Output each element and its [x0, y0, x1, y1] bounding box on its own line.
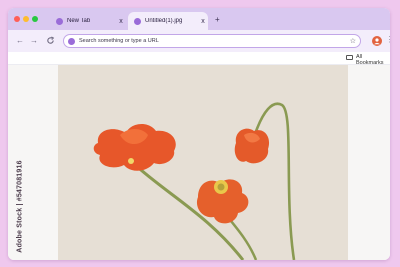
poppy-flowers-image	[58, 65, 348, 260]
tab-favicon-icon	[56, 17, 63, 25]
forward-arrow-icon[interactable]: →	[30, 36, 38, 45]
bookmarks-bar: All Bookmarks	[8, 52, 390, 66]
folder-icon	[346, 55, 353, 60]
profile-avatar[interactable]	[372, 36, 382, 46]
browser-window: New Tab x Untitled(1).jpg x + ← → Search…	[8, 8, 390, 260]
tab-untitled-image[interactable]: Untitled(1).jpg x	[128, 12, 208, 30]
reload-icon-glyph	[47, 36, 55, 44]
address-bar-placeholder: Search something or type a URL	[79, 38, 159, 44]
back-arrow-icon[interactable]: ←	[16, 36, 24, 45]
tab-label: New Tab	[67, 18, 91, 24]
stock-watermark: Adobe Stock | #547081916	[16, 160, 24, 253]
minimize-window-button[interactable]	[23, 16, 29, 22]
bookmark-star-icon[interactable]: ☆	[350, 37, 356, 45]
maximize-window-button[interactable]	[32, 16, 38, 22]
tab-label: Untitled(1).jpg	[145, 18, 183, 24]
address-bar[interactable]: Search something or type a URL ☆	[63, 34, 361, 48]
tab-strip: New Tab x Untitled(1).jpg x +	[8, 8, 390, 30]
poppy-illustration	[58, 65, 348, 260]
profile-person-icon	[374, 38, 380, 45]
tab-close-icon[interactable]: x	[198, 18, 208, 25]
tab-close-icon[interactable]: x	[116, 18, 126, 25]
new-tab-button[interactable]: +	[215, 16, 220, 24]
tab-favicon-icon	[134, 17, 141, 25]
browser-toolbar: ← → Search something or type a URL ☆ ⋮	[8, 30, 390, 52]
tab-new-tab[interactable]: New Tab x	[50, 12, 126, 30]
close-window-button[interactable]	[14, 16, 20, 22]
reload-icon[interactable]	[46, 36, 55, 47]
browser-menu-icon[interactable]: ⋮	[386, 35, 390, 44]
search-engine-icon	[68, 37, 75, 45]
page-content	[8, 65, 390, 260]
